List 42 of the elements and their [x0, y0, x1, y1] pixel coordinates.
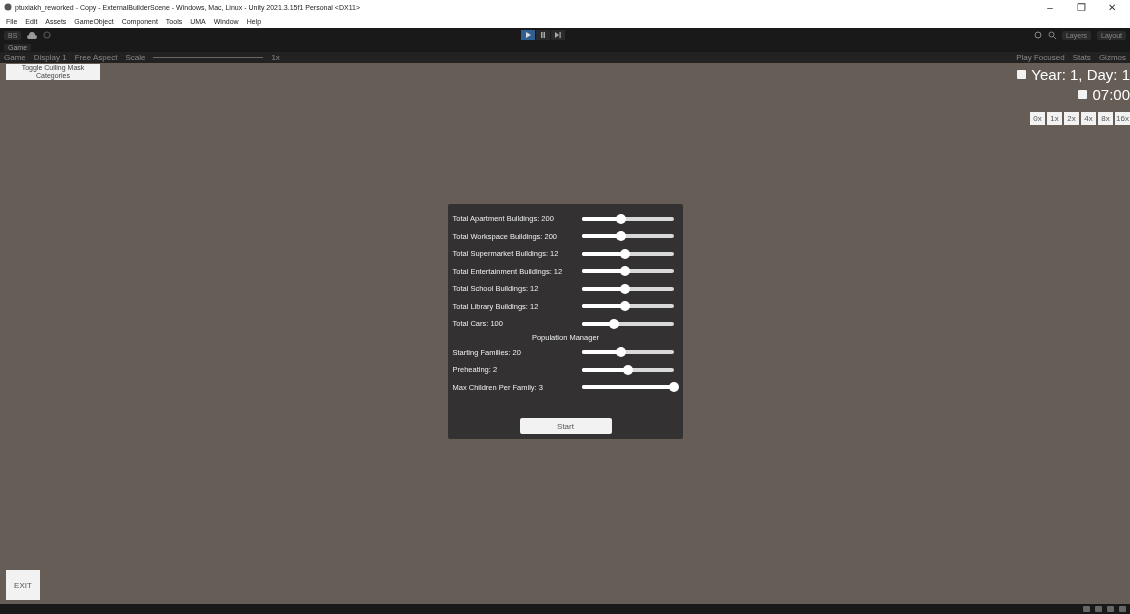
minimize-button[interactable]: – [1036, 1, 1064, 13]
slider-thumb[interactable] [619, 248, 630, 259]
app-logo-icon [4, 3, 12, 11]
speed-button[interactable]: 8x [1098, 112, 1113, 125]
time-label: 07:00 [1092, 86, 1130, 103]
play-mode-dropdown[interactable]: Play Focused [1016, 53, 1065, 62]
pause-button[interactable] [535, 30, 550, 40]
view-dropdown[interactable]: Game [4, 53, 26, 62]
stats-button[interactable]: Stats [1072, 53, 1091, 62]
pause-icon [539, 32, 546, 38]
checkbox-icon[interactable] [1017, 70, 1027, 79]
slider-thumb[interactable] [622, 364, 633, 375]
speed-button[interactable]: 16x [1115, 112, 1130, 125]
slider-thumb[interactable] [616, 347, 627, 358]
speed-button[interactable]: 2x [1064, 112, 1079, 125]
scale-label: Scale [125, 53, 146, 62]
play-button[interactable] [520, 30, 535, 40]
checkbox-icon[interactable] [1078, 90, 1088, 99]
slider-thumb[interactable] [616, 231, 627, 242]
slider-thumb[interactable] [619, 266, 630, 277]
search-icon[interactable] [1047, 31, 1056, 39]
exit-button[interactable]: EXIT [6, 570, 40, 600]
slider-thumb[interactable] [608, 318, 619, 329]
start-button[interactable]: Start [519, 418, 612, 434]
slider-thumb[interactable] [668, 382, 679, 393]
date-label: Year: 1, Day: 1 [1031, 66, 1130, 83]
speed-button[interactable]: 0x [1030, 112, 1045, 125]
step-icon [554, 32, 561, 38]
slider-thumb[interactable] [619, 283, 630, 294]
display-dropdown[interactable]: Display 1 [33, 53, 67, 62]
step-button[interactable] [550, 30, 565, 40]
slider-thumb[interactable] [616, 213, 627, 224]
cloud-icon[interactable] [27, 31, 38, 39]
aspect-dropdown[interactable]: Free Aspect [74, 53, 118, 62]
speed-button[interactable]: 4x [1081, 112, 1096, 125]
maximize-button[interactable]: ❐ [1067, 1, 1095, 13]
speed-button[interactable]: 1x [1047, 112, 1062, 125]
play-icon [524, 32, 531, 38]
slider-thumb[interactable] [619, 301, 630, 312]
scale-value: 1x [271, 53, 280, 62]
gizmos-button[interactable]: Gizmos [1098, 53, 1126, 62]
close-button[interactable]: ✕ [1098, 1, 1126, 13]
